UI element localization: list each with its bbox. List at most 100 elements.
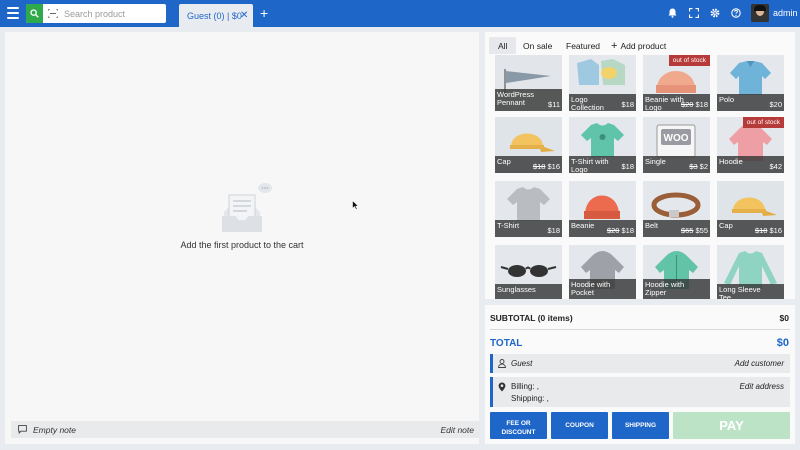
- edit-note-link[interactable]: Edit note: [440, 425, 474, 435]
- product-price: $55: [695, 226, 708, 235]
- product-name: Long Sleeve Tee: [719, 285, 761, 300]
- product-name: Logo Collection: [571, 95, 604, 112]
- divider: [490, 329, 790, 330]
- product-old-price: $18: [532, 162, 546, 171]
- top-bar: Guest (0) | $0 ✕ + admin: [0, 0, 800, 27]
- product-name: T-Shirt with Logo: [571, 157, 609, 174]
- product-price: $20: [769, 100, 782, 109]
- product-price: $18: [547, 226, 560, 235]
- close-icon[interactable]: ✕: [240, 10, 248, 21]
- product-tile[interactable]: Hoodie with Pocket: [569, 245, 636, 299]
- add-tab-button[interactable]: +: [260, 5, 268, 21]
- tab-on-sale[interactable]: On sale: [523, 37, 552, 54]
- plus-icon: +: [611, 40, 618, 52]
- product-price: $18: [621, 100, 634, 109]
- product-price: $18: [621, 162, 634, 171]
- avatar[interactable]: [751, 4, 769, 22]
- product-name: Single: [645, 157, 666, 166]
- subtotal-label: SUBTOTAL (0 items): [490, 313, 573, 323]
- barcode-icon[interactable]: [48, 9, 58, 18]
- product-name: Hoodie with Zipper: [645, 280, 685, 297]
- help-icon[interactable]: [731, 8, 741, 18]
- product-price: $16: [769, 226, 782, 235]
- product-tile[interactable]: out of stock Beanie with Logo $20 $18: [643, 55, 710, 111]
- out-of-stock-badge: out of stock: [668, 55, 710, 66]
- product-tile[interactable]: Cap $18 $16: [717, 181, 784, 237]
- gear-icon[interactable]: [710, 8, 720, 18]
- note-bar[interactable]: Empty note Edit note: [11, 421, 480, 438]
- customer-row[interactable]: Guest Add customer: [490, 354, 790, 373]
- product-name: Hoodie with Pocket: [571, 280, 611, 297]
- product-tile[interactable]: Cap $18 $16: [495, 117, 562, 173]
- product-tile[interactable]: Polo $20: [717, 55, 784, 111]
- user-name[interactable]: admin: [773, 8, 798, 18]
- menu-icon[interactable]: [7, 7, 19, 19]
- search-box: [26, 4, 166, 23]
- product-tile[interactable]: Logo Collection $18: [569, 55, 636, 111]
- product-tile[interactable]: Sunglasses: [495, 245, 562, 299]
- add-product-label: Add product: [620, 41, 667, 51]
- fee-or-discount-button[interactable]: FEE OR DISCOUNT: [490, 412, 547, 439]
- product-price: $42: [769, 162, 782, 171]
- user-icon: [498, 359, 506, 368]
- edit-address-link[interactable]: Edit address: [740, 382, 784, 391]
- product-old-price: $20: [606, 226, 620, 235]
- search-input[interactable]: [64, 6, 162, 21]
- tab-featured[interactable]: Featured: [566, 37, 600, 54]
- fullscreen-icon[interactable]: [689, 8, 699, 18]
- product-price: $18: [621, 226, 634, 235]
- bell-icon[interactable]: [668, 8, 677, 18]
- product-tile[interactable]: T-Shirt $18: [495, 181, 562, 237]
- product-tile[interactable]: Hoodie with Zipper: [643, 245, 710, 299]
- products-panel: All On sale Featured + Add product WordPr…: [485, 32, 795, 299]
- add-product-button[interactable]: + Add product: [611, 37, 666, 54]
- empty-cart-icon: [222, 183, 272, 232]
- product-old-price: $3: [689, 162, 698, 171]
- product-tile[interactable]: WOO Single $3 $2: [643, 117, 710, 173]
- shipping-button[interactable]: SHIPPING: [612, 412, 669, 439]
- product-tile[interactable]: WordPress Pennant $11: [495, 55, 562, 111]
- product-name: Polo: [719, 95, 735, 104]
- shipping-address: Shipping: ,: [511, 394, 549, 403]
- totals-panel: SUBTOTAL (0 items) $0 TOTAL $0 Guest Add…: [485, 305, 795, 444]
- product-old-price: $18: [754, 226, 768, 235]
- billing-address: Billing: ,: [511, 382, 540, 391]
- tab-all[interactable]: All: [489, 37, 517, 54]
- product-tile[interactable]: Belt $65 $55: [643, 181, 710, 237]
- product-price: $16: [547, 162, 560, 171]
- cart-panel: Add the first product to the cart Empty …: [5, 32, 480, 444]
- comment-icon: [18, 425, 27, 434]
- product-tile[interactable]: T-Shirt with Logo $18: [569, 117, 636, 173]
- pay-button[interactable]: PAY: [673, 412, 790, 439]
- product-tile[interactable]: Long Sleeve Tee: [717, 245, 784, 299]
- product-old-price: $65: [680, 226, 694, 235]
- product-price: $18: [695, 100, 708, 109]
- product-price: $11: [548, 100, 560, 109]
- empty-cart: Add the first product to the cart: [5, 182, 479, 250]
- search-icon: [30, 9, 39, 18]
- empty-cart-message: Add the first product to the cart: [180, 240, 304, 250]
- add-customer-link[interactable]: Add customer: [735, 359, 784, 368]
- out-of-stock-badge: out of stock: [742, 117, 784, 128]
- product-name: Sunglasses: [497, 285, 536, 294]
- address-row[interactable]: Billing: , Shipping: , Edit address: [490, 377, 790, 407]
- product-tile[interactable]: Beanie $20 $18: [569, 181, 636, 237]
- product-price: $2: [699, 162, 708, 171]
- subtotal-value: $0: [779, 313, 789, 323]
- map-pin-icon: [498, 382, 506, 392]
- mouse-cursor-icon: [352, 200, 359, 210]
- total-value: $0: [776, 337, 789, 349]
- search-button[interactable]: [26, 4, 43, 23]
- coupon-button[interactable]: COUPON: [551, 412, 608, 439]
- product-name: WordPress Pennant: [497, 90, 534, 107]
- product-name: Hoodie: [719, 157, 743, 166]
- svg-text:WOO: WOO: [664, 133, 689, 144]
- customer-name: Guest: [511, 359, 533, 368]
- total-label: TOTAL: [490, 338, 523, 349]
- note-text: Empty note: [33, 425, 76, 435]
- cart-tab-guest[interactable]: Guest (0) | $0 ✕: [179, 4, 253, 27]
- product-name: T-Shirt: [497, 221, 520, 230]
- product-old-price: $20: [680, 100, 694, 109]
- cart-tab-label: Guest (0) | $0: [187, 11, 242, 21]
- product-tile[interactable]: out of stock Hoodie $42: [717, 117, 784, 173]
